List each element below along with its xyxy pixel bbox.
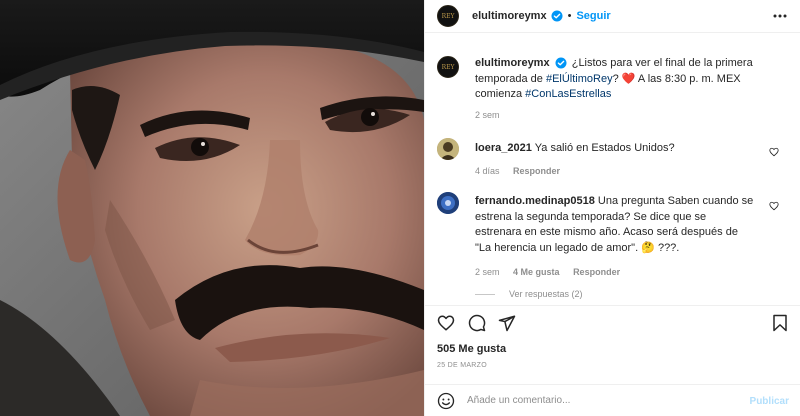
hashtag-conlasestrellas[interactable]: #ConLasEstrellas (525, 88, 611, 100)
caption-username[interactable]: elultimoreymx (475, 57, 550, 69)
more-options-icon[interactable] (772, 9, 788, 23)
post-header: REY elultimoreymx • Seguir (425, 0, 800, 33)
likes-count[interactable]: 505 Me gusta (437, 343, 506, 355)
comment-meta: 2 sem 4 Me gusta Responder (475, 267, 631, 277)
caption-verified-icon (555, 57, 567, 69)
header-username[interactable]: elultimoreymx (472, 10, 547, 22)
post-date[interactable]: 25 DE MARZO (437, 362, 487, 369)
comment-like-icon[interactable] (769, 147, 779, 157)
comment-username[interactable]: fernando.medinap0518 (475, 195, 595, 207)
comment-time[interactable]: 4 días (475, 166, 500, 176)
caption-avatar-logo: REY (441, 63, 455, 71)
view-replies-label: Ver respuestas (2) (509, 289, 583, 299)
comment-text: loera_2021 Ya salió en Estados Unidos? (475, 141, 755, 157)
comment-meta: 4 días Responder (475, 166, 571, 176)
view-replies-button[interactable]: Ver respuestas (2) (475, 289, 583, 299)
post-image[interactable] (0, 0, 424, 416)
caption-text: elultimoreymx ¿Listos para ver el final … (475, 56, 755, 103)
action-bar (425, 305, 800, 340)
like-heart-icon[interactable] (437, 314, 455, 332)
comment-username[interactable]: loera_2021 (475, 142, 532, 154)
reply-button[interactable]: Responder (573, 267, 620, 277)
save-bookmark-icon[interactable] (771, 314, 789, 332)
share-send-icon[interactable] (498, 314, 516, 332)
post-panel: REY elultimoreymx • Seguir REY elultimor… (424, 0, 800, 416)
avatar[interactable]: REY (437, 5, 459, 27)
comment-avatar[interactable] (437, 192, 459, 214)
follow-button[interactable]: Seguir (576, 10, 610, 22)
comment-likes[interactable]: 4 Me gusta (513, 267, 560, 277)
caption-avatar[interactable]: REY (437, 56, 459, 78)
comment-time[interactable]: 2 sem (475, 267, 500, 277)
caption-meta: 2 sem (475, 110, 511, 120)
header-separator: • (567, 10, 572, 22)
emoji-icon[interactable] (437, 392, 455, 410)
comments-scroll-area[interactable]: REY elultimoreymx ¿Listos para ver el fi… (425, 34, 800, 304)
comment-input[interactable] (467, 395, 747, 406)
portrait-photo (0, 0, 424, 416)
reply-button[interactable]: Responder (513, 166, 560, 176)
hashtag-elultimorey[interactable]: #ElÚltimoRey (546, 73, 613, 85)
replies-divider (475, 293, 495, 295)
avatar-image-icon (437, 138, 459, 160)
caption-time[interactable]: 2 sem (475, 110, 500, 120)
instagram-post: REY elultimoreymx • Seguir REY elultimor… (0, 0, 800, 416)
comment-text: fernando.medinap0518 Una pregunta Saben … (475, 194, 755, 256)
comment-icon[interactable] (468, 314, 486, 332)
avatar-logo: REY (441, 12, 455, 20)
comment-like-icon[interactable] (769, 201, 779, 211)
avatar-image-icon (437, 192, 459, 214)
verified-badge-icon (551, 10, 563, 22)
comment-avatar[interactable] (437, 138, 459, 160)
publish-button[interactable]: Publicar (750, 396, 789, 407)
add-comment-bar: Publicar (425, 384, 800, 416)
comment-body: Ya salió en Estados Unidos? (534, 142, 675, 154)
